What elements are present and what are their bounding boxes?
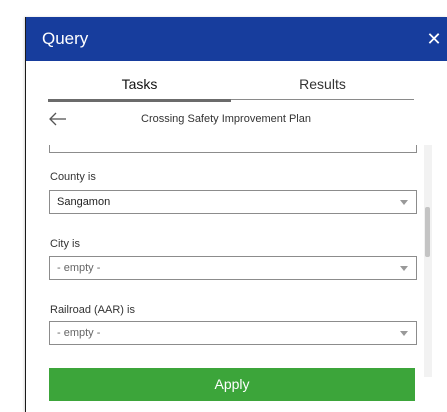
tab-tasks[interactable]: Tasks xyxy=(48,72,231,102)
county-select[interactable]: Sangamon xyxy=(49,190,417,214)
query-panel: Query ✕ Tasks Results Crossing Safety Im… xyxy=(25,17,447,412)
arrow-left-icon[interactable] xyxy=(46,109,70,129)
railroad-value: - empty - xyxy=(57,327,101,339)
task-form: County is Sangamon City is - empty - Rai… xyxy=(26,145,447,380)
tab-bar: Tasks Results xyxy=(48,72,414,102)
vertical-scrollbar[interactable] xyxy=(424,145,432,377)
close-icon[interactable]: ✕ xyxy=(424,27,444,51)
panel-header: Query ✕ xyxy=(26,17,447,61)
railroad-select[interactable]: - empty - xyxy=(49,321,417,345)
county-value: Sangamon xyxy=(57,196,111,208)
partially-scrolled-select[interactable] xyxy=(49,145,417,153)
chevron-down-icon xyxy=(400,200,408,205)
apply-button[interactable]: Apply xyxy=(49,368,415,401)
panel-title: Query xyxy=(42,29,89,48)
city-value: - empty - xyxy=(57,262,101,274)
railroad-label: Railroad (AAR) is xyxy=(50,304,135,316)
task-title: Crossing Safety Improvement Plan xyxy=(141,113,311,125)
city-label: City is xyxy=(50,238,80,250)
chevron-down-icon xyxy=(400,266,408,271)
chevron-down-icon xyxy=(400,331,408,336)
tab-results[interactable]: Results xyxy=(231,72,414,100)
county-label: County is xyxy=(50,171,96,183)
scrollbar-thumb[interactable] xyxy=(425,207,430,257)
city-select[interactable]: - empty - xyxy=(49,256,417,280)
